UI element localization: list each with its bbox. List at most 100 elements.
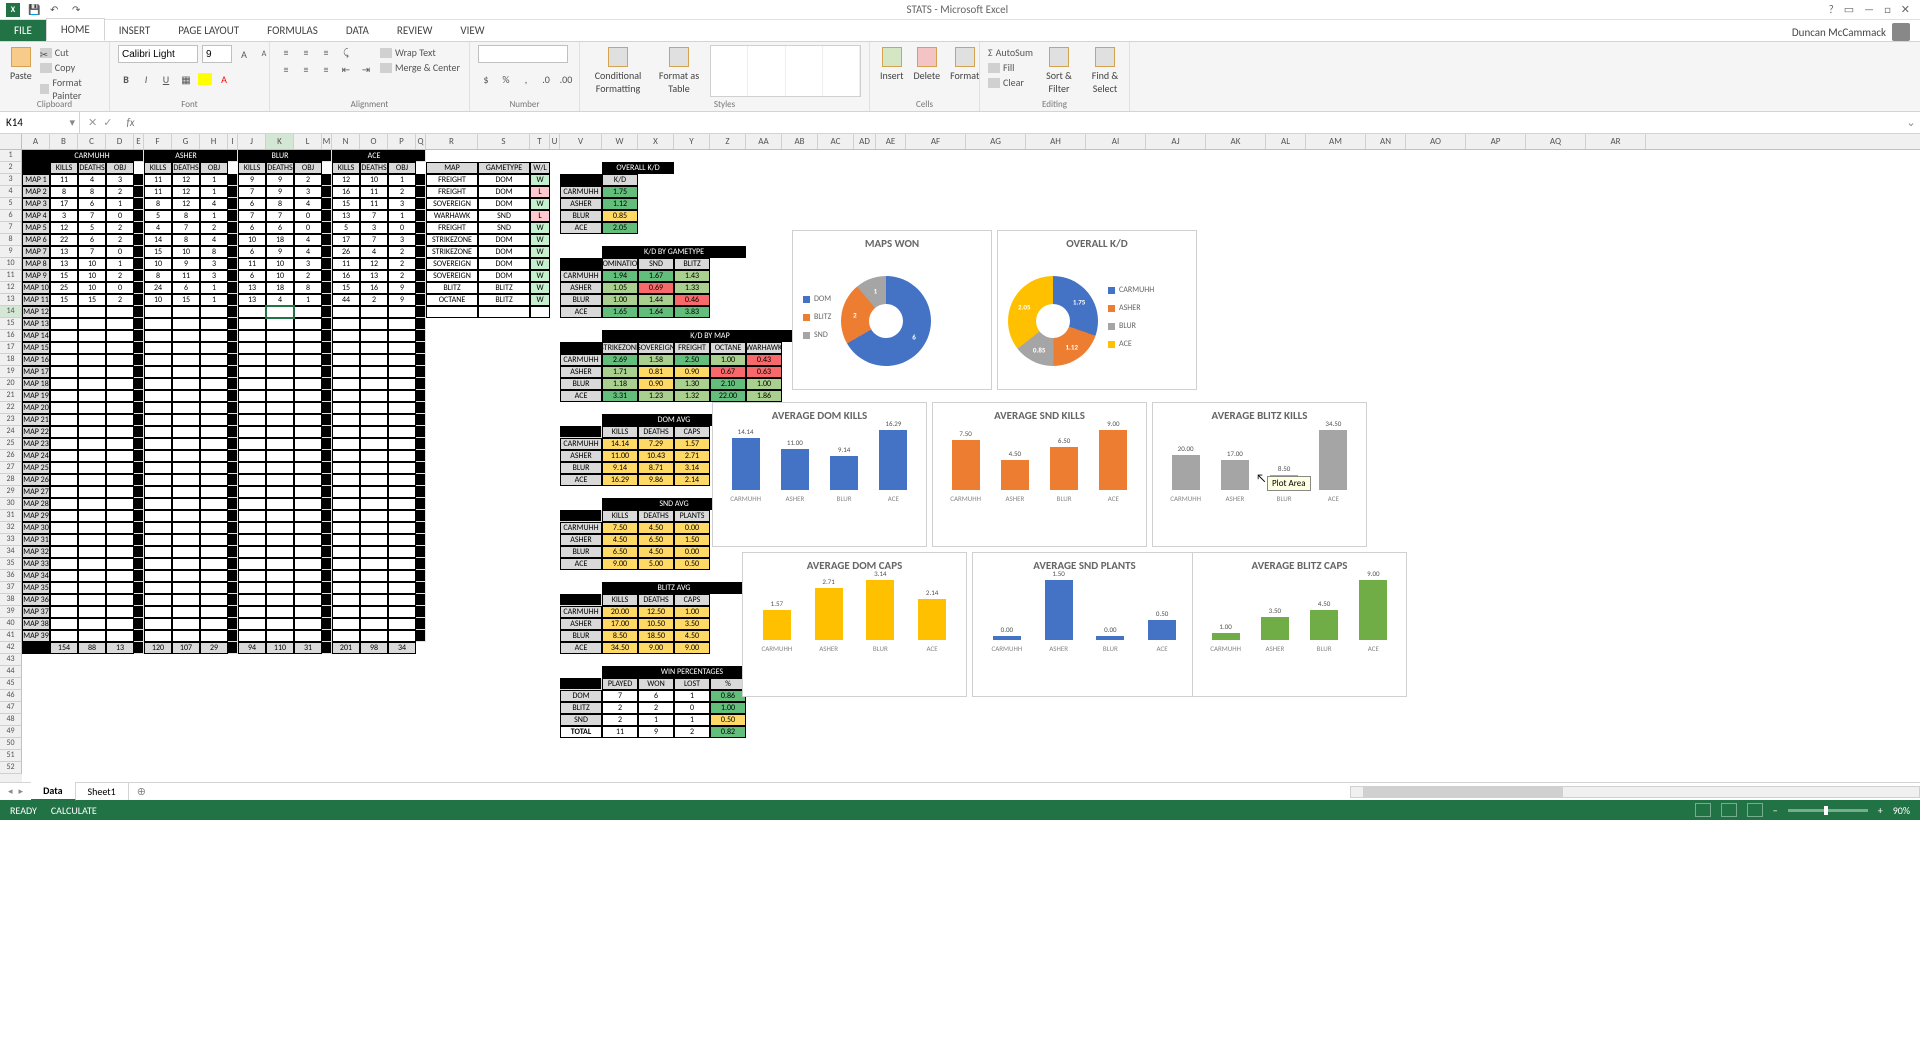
cell[interactable]: 9.00: [602, 558, 638, 570]
cell[interactable]: 6: [78, 198, 106, 210]
cell[interactable]: CARMUHH: [560, 606, 602, 618]
cell[interactable]: [322, 390, 332, 402]
cell[interactable]: 1.05: [602, 282, 638, 294]
cell[interactable]: [228, 498, 238, 510]
cell[interactable]: [172, 450, 200, 462]
col-head[interactable]: AM: [1306, 134, 1366, 149]
cell[interactable]: MAP 21: [22, 414, 50, 426]
cell[interactable]: [322, 150, 332, 162]
col-head[interactable]: AR: [1586, 134, 1646, 149]
cell[interactable]: [78, 342, 106, 354]
col-head[interactable]: K: [266, 134, 294, 149]
cell[interactable]: [416, 378, 426, 390]
cell[interactable]: 1.65: [602, 306, 638, 318]
cell[interactable]: 2: [106, 234, 134, 246]
col-head[interactable]: H: [200, 134, 228, 149]
cell[interactable]: [238, 378, 266, 390]
cell[interactable]: BLUR: [238, 150, 322, 162]
cell[interactable]: 11: [360, 198, 388, 210]
cell[interactable]: [322, 462, 332, 474]
col-head[interactable]: AD: [854, 134, 876, 149]
cell[interactable]: 15: [144, 246, 172, 258]
col-head[interactable]: E: [134, 134, 144, 149]
cell[interactable]: [294, 390, 322, 402]
cell[interactable]: [322, 198, 332, 210]
cell[interactable]: BLUR: [560, 630, 602, 642]
cell[interactable]: 9.86: [638, 474, 674, 486]
cell[interactable]: DOM: [478, 198, 530, 210]
cell[interactable]: [228, 306, 238, 318]
cell[interactable]: [200, 366, 228, 378]
cell[interactable]: [360, 330, 388, 342]
cell[interactable]: [172, 582, 200, 594]
cell[interactable]: 0.00: [674, 522, 710, 534]
cell[interactable]: [134, 330, 144, 342]
col-head[interactable]: I: [228, 134, 238, 149]
cell[interactable]: [388, 366, 416, 378]
cell[interactable]: 8: [294, 282, 322, 294]
cell[interactable]: [228, 546, 238, 558]
tab-file[interactable]: FILE: [0, 20, 46, 41]
cell[interactable]: [144, 306, 172, 318]
cell[interactable]: [294, 402, 322, 414]
cell[interactable]: 13: [332, 210, 360, 222]
cell[interactable]: [172, 318, 200, 330]
cell[interactable]: [228, 570, 238, 582]
cell[interactable]: STRIKEZONE: [602, 342, 638, 354]
tab-view[interactable]: VIEW: [446, 20, 498, 41]
cell[interactable]: 1.33: [674, 282, 710, 294]
cell[interactable]: [360, 378, 388, 390]
cell[interactable]: [294, 330, 322, 342]
cell[interactable]: 3.14: [674, 462, 710, 474]
cell[interactable]: [322, 270, 332, 282]
cell[interactable]: [50, 378, 78, 390]
cell[interactable]: KILLS: [238, 162, 266, 174]
row-head[interactable]: 22: [0, 402, 22, 414]
underline-icon[interactable]: U: [158, 72, 174, 86]
cell[interactable]: [388, 630, 416, 642]
cell[interactable]: 0.90: [674, 366, 710, 378]
cell[interactable]: [238, 318, 266, 330]
redo-icon[interactable]: ↷: [72, 3, 86, 17]
cell[interactable]: [228, 618, 238, 630]
cell[interactable]: [478, 306, 530, 318]
cell[interactable]: [144, 342, 172, 354]
cell[interactable]: 7: [78, 210, 106, 222]
cell[interactable]: [416, 534, 426, 546]
cell[interactable]: [78, 534, 106, 546]
cell[interactable]: [50, 534, 78, 546]
align-bot-icon[interactable]: ≡: [318, 45, 334, 59]
cell[interactable]: 2: [602, 702, 638, 714]
cell[interactable]: [332, 546, 360, 558]
cell[interactable]: [416, 306, 426, 318]
cell[interactable]: [416, 330, 426, 342]
cell[interactable]: 26: [332, 246, 360, 258]
cell[interactable]: SOVEREIGN: [638, 342, 674, 354]
cell[interactable]: CARMUHH: [50, 150, 134, 162]
cell[interactable]: 15: [78, 294, 106, 306]
cell[interactable]: [388, 582, 416, 594]
cell[interactable]: 1.00: [710, 702, 746, 714]
cell[interactable]: [134, 582, 144, 594]
cell[interactable]: CARMUHH: [560, 438, 602, 450]
cell[interactable]: [294, 474, 322, 486]
cell[interactable]: 1: [200, 210, 228, 222]
fill-button[interactable]: Fill: [988, 60, 1033, 75]
cell[interactable]: 4.50: [674, 630, 710, 642]
row-head[interactable]: 41: [0, 630, 22, 642]
cell[interactable]: ASHER: [560, 366, 602, 378]
row-head[interactable]: 32: [0, 522, 22, 534]
cell[interactable]: [266, 318, 294, 330]
cell[interactable]: [416, 150, 426, 162]
cell[interactable]: [172, 474, 200, 486]
cell[interactable]: 10: [238, 234, 266, 246]
cell[interactable]: [78, 402, 106, 414]
cell[interactable]: 15: [332, 282, 360, 294]
cell[interactable]: 1.64: [638, 306, 674, 318]
cell[interactable]: [200, 438, 228, 450]
cell[interactable]: 3: [388, 234, 416, 246]
cell[interactable]: CARMUHH: [560, 354, 602, 366]
cell[interactable]: 2.10: [710, 378, 746, 390]
cell[interactable]: 0.82: [710, 726, 746, 738]
cell[interactable]: [266, 558, 294, 570]
